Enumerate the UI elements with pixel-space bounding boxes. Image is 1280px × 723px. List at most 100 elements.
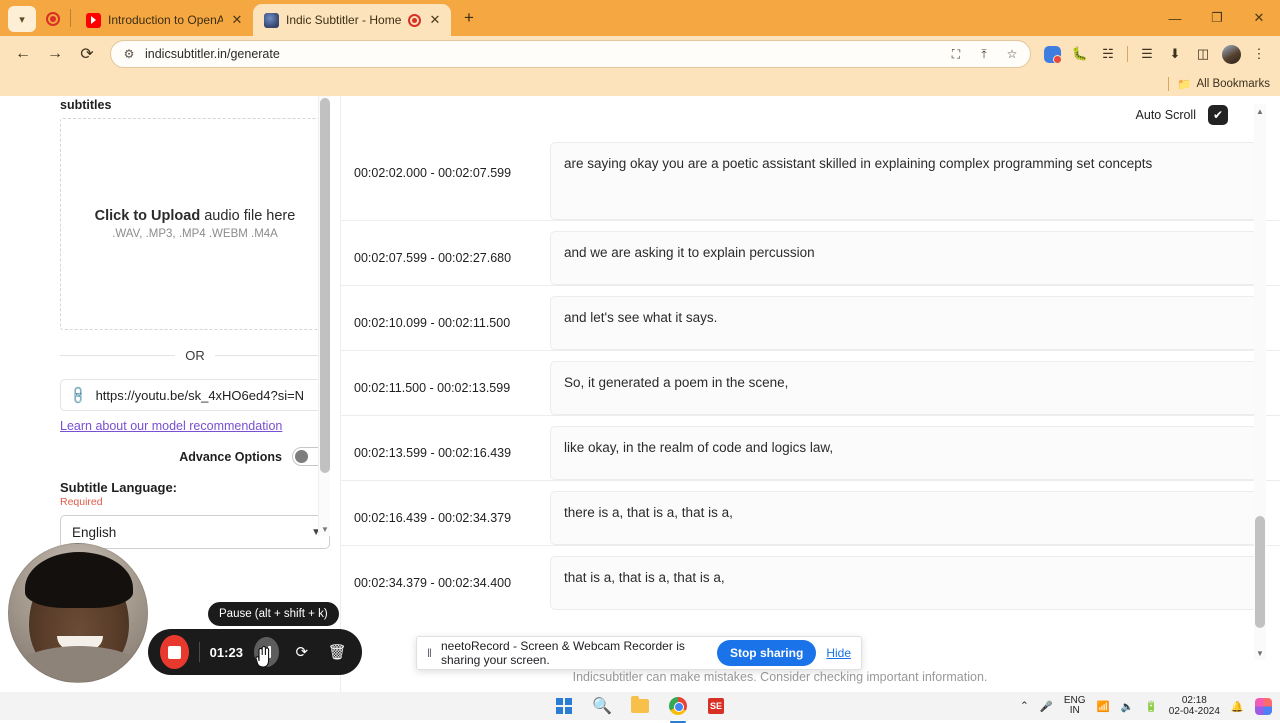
model-recommendation-link[interactable]: Learn about our model recommendation bbox=[60, 419, 330, 433]
chrome-recording-indicator-icon[interactable] bbox=[42, 8, 64, 30]
clock-time: 02:18 bbox=[1169, 695, 1220, 707]
subtitle-text-input[interactable]: and let's see what it says. bbox=[550, 296, 1258, 350]
advance-options-row: Advance Options bbox=[60, 447, 330, 466]
tab-recording-icon bbox=[408, 14, 421, 27]
minimize-button[interactable]: — bbox=[1154, 0, 1196, 36]
window-controls: — ❐ ✕ bbox=[1154, 0, 1280, 36]
reload-button[interactable]: ⟳ bbox=[72, 39, 102, 69]
search-icon[interactable]: 🔍 bbox=[590, 694, 614, 718]
scroll-up-icon[interactable]: ▲ bbox=[1254, 104, 1266, 118]
recording-timer: 01:23 bbox=[210, 645, 244, 660]
profile-avatar-icon[interactable] bbox=[1218, 41, 1244, 67]
subtitle-text-input[interactable]: there is a, that is a, that is a, bbox=[550, 491, 1258, 545]
chrome-icon[interactable] bbox=[666, 694, 690, 718]
microphone-icon[interactable]: 🎤 bbox=[1040, 700, 1053, 713]
table-row: 00:02:34.379 - 00:02:34.400 that is a, t… bbox=[340, 545, 1280, 610]
side-panel-icon[interactable]: ◫ bbox=[1190, 41, 1216, 67]
file-explorer-icon[interactable] bbox=[628, 694, 652, 718]
clock-date: 02-04-2024 bbox=[1169, 706, 1220, 718]
webcam-preview[interactable] bbox=[8, 543, 148, 683]
tray-expand-chevron-icon[interactable]: ⌃ bbox=[1020, 700, 1029, 712]
subtitle-timestamp: 00:02:02.000 - 00:02:07.599 bbox=[340, 142, 550, 180]
screen-share-icon[interactable]: ⛶ bbox=[946, 44, 966, 64]
recorder-control-bar: 01:23 ⟳ 🗑 bbox=[148, 629, 362, 675]
subtitle-text-input[interactable]: that is a, that is a, that is a, bbox=[550, 556, 1258, 610]
bug-icon[interactable]: 🐛 bbox=[1067, 41, 1093, 67]
chrome-menu-icon[interactable]: ⋮ bbox=[1246, 41, 1272, 67]
subtitle-list-scrollbar[interactable]: ▲ ▼ bbox=[1254, 104, 1266, 660]
indic-subtitler-icon bbox=[264, 13, 279, 28]
back-button[interactable]: ← bbox=[8, 39, 38, 69]
subtitle-language-select[interactable]: English ▼ bbox=[60, 515, 330, 549]
or-line-right bbox=[215, 355, 330, 356]
sidebar-scrollbar[interactable]: ▼ bbox=[318, 96, 330, 536]
neeto-record-tray-icon[interactable] bbox=[1255, 698, 1272, 715]
scroll-down-icon[interactable]: ▼ bbox=[319, 522, 331, 536]
address-bar[interactable]: ⚙ indicsubtitler.in/generate ⛶ ⤒ ☆ bbox=[110, 40, 1031, 68]
clock[interactable]: 02:18 02-04-2024 bbox=[1169, 695, 1220, 718]
hide-sharing-bar-link[interactable]: Hide bbox=[826, 646, 851, 660]
tab-indic-subtitler[interactable]: Indic Subtitler - Home ✕ bbox=[253, 4, 451, 36]
battery-icon[interactable]: 🔋 bbox=[1145, 700, 1158, 713]
close-icon[interactable]: ✕ bbox=[230, 12, 244, 28]
notifications-icon[interactable]: 🔔 bbox=[1231, 700, 1244, 713]
delete-recording-button[interactable]: 🗑 bbox=[325, 637, 350, 667]
language-line2: IN bbox=[1064, 706, 1086, 717]
start-button[interactable] bbox=[552, 694, 576, 718]
subtitle-text-input[interactable]: like okay, in the realm of code and logi… bbox=[550, 426, 1258, 480]
tab-search-button[interactable]: ▾ bbox=[8, 6, 36, 32]
auto-scroll-checkbox[interactable]: ✔ bbox=[1208, 105, 1228, 125]
dropzone-main-text: Click to Upload audio file here bbox=[95, 208, 296, 224]
close-icon[interactable]: ✕ bbox=[428, 12, 442, 28]
stop-recording-button[interactable] bbox=[160, 635, 189, 669]
scroll-down-icon[interactable]: ▼ bbox=[1254, 646, 1266, 660]
forward-button[interactable]: → bbox=[40, 39, 70, 69]
reading-list-icon[interactable]: ☰ bbox=[1134, 41, 1160, 67]
bookmarks-bar: 📁 All Bookmarks bbox=[0, 72, 1280, 96]
or-separator: OR bbox=[60, 348, 330, 363]
extension-blue-icon[interactable] bbox=[1039, 41, 1065, 67]
tab-youtube[interactable]: Introduction to OpenAI APIs an ✕ bbox=[75, 4, 253, 36]
downloads-icon[interactable]: ⬇ bbox=[1162, 41, 1188, 67]
stop-sharing-button[interactable]: Stop sharing bbox=[717, 640, 816, 666]
new-tab-button[interactable]: + bbox=[455, 4, 483, 32]
pause-recording-button[interactable] bbox=[254, 637, 279, 667]
bookmarks-divider bbox=[1168, 77, 1169, 91]
volume-icon[interactable]: 🔈 bbox=[1121, 700, 1134, 713]
subtitle-timestamp: 00:02:16.439 - 00:02:34.379 bbox=[340, 491, 550, 525]
subtitle-text-input[interactable]: and we are asking it to explain percussi… bbox=[550, 231, 1258, 285]
pause-icon bbox=[262, 646, 271, 658]
tune-icon[interactable]: ⚙ bbox=[121, 46, 137, 62]
subtitle-app-label: SE bbox=[708, 698, 724, 714]
sidebar-scrollbar-thumb[interactable] bbox=[320, 98, 330, 473]
close-window-button[interactable]: ✕ bbox=[1238, 0, 1280, 36]
tab-strip: ▾ Introduction to OpenAI APIs an ✕ Indic… bbox=[0, 0, 1280, 36]
upload-dropzone[interactable]: Click to Upload audio file here .WAV, .M… bbox=[60, 118, 330, 330]
auto-scroll-row: Auto Scroll ✔ bbox=[340, 96, 1280, 134]
install-app-icon[interactable]: ⤒ bbox=[974, 44, 994, 64]
maximize-button[interactable]: ❐ bbox=[1196, 0, 1238, 36]
bookmark-star-icon[interactable]: ☆ bbox=[1002, 44, 1022, 64]
sharing-message: neetoRecord - Screen & Webcam Recorder i… bbox=[441, 639, 707, 667]
puzzle-extensions-icon[interactable]: ☵ bbox=[1095, 41, 1121, 67]
subtitle-edit-icon[interactable]: SE bbox=[704, 694, 728, 718]
restart-recording-button[interactable]: ⟳ bbox=[289, 637, 314, 667]
subtitle-timestamp: 00:02:07.599 - 00:02:27.680 bbox=[340, 231, 550, 265]
subtitle-language-label: Subtitle Language: bbox=[60, 480, 330, 495]
folder-icon: 📁 bbox=[1177, 77, 1191, 91]
language-indicator[interactable]: ENG IN bbox=[1064, 696, 1086, 717]
or-label: OR bbox=[185, 348, 205, 363]
all-bookmarks-button[interactable]: 📁 All Bookmarks bbox=[1177, 77, 1270, 91]
subtitle-scrollbar-thumb[interactable] bbox=[1255, 516, 1265, 628]
dropzone-rest-label: audio file here bbox=[200, 208, 295, 224]
subtitle-text-input[interactable]: So, it generated a poem in the scene, bbox=[550, 361, 1258, 415]
subtitle-text-input[interactable]: are saying okay you are a poetic assista… bbox=[550, 142, 1258, 220]
subtitle-timestamp: 00:02:11.500 - 00:02:13.599 bbox=[340, 361, 550, 395]
dropzone-click-label: Click to Upload bbox=[95, 208, 201, 224]
video-url-input[interactable]: 🔗 https://youtu.be/sk_4xHO6ed4?si=N bbox=[60, 379, 330, 411]
table-row: 00:02:10.099 - 00:02:11.500 and let's se… bbox=[340, 285, 1280, 350]
browser-toolbar: ← → ⟳ ⚙ indicsubtitler.in/generate ⛶ ⤒ ☆… bbox=[0, 36, 1280, 72]
table-row: 00:02:11.500 - 00:02:13.599 So, it gener… bbox=[340, 350, 1280, 415]
wifi-icon[interactable]: 📶 bbox=[1097, 700, 1110, 713]
address-bar-url: indicsubtitler.in/generate bbox=[145, 47, 938, 61]
